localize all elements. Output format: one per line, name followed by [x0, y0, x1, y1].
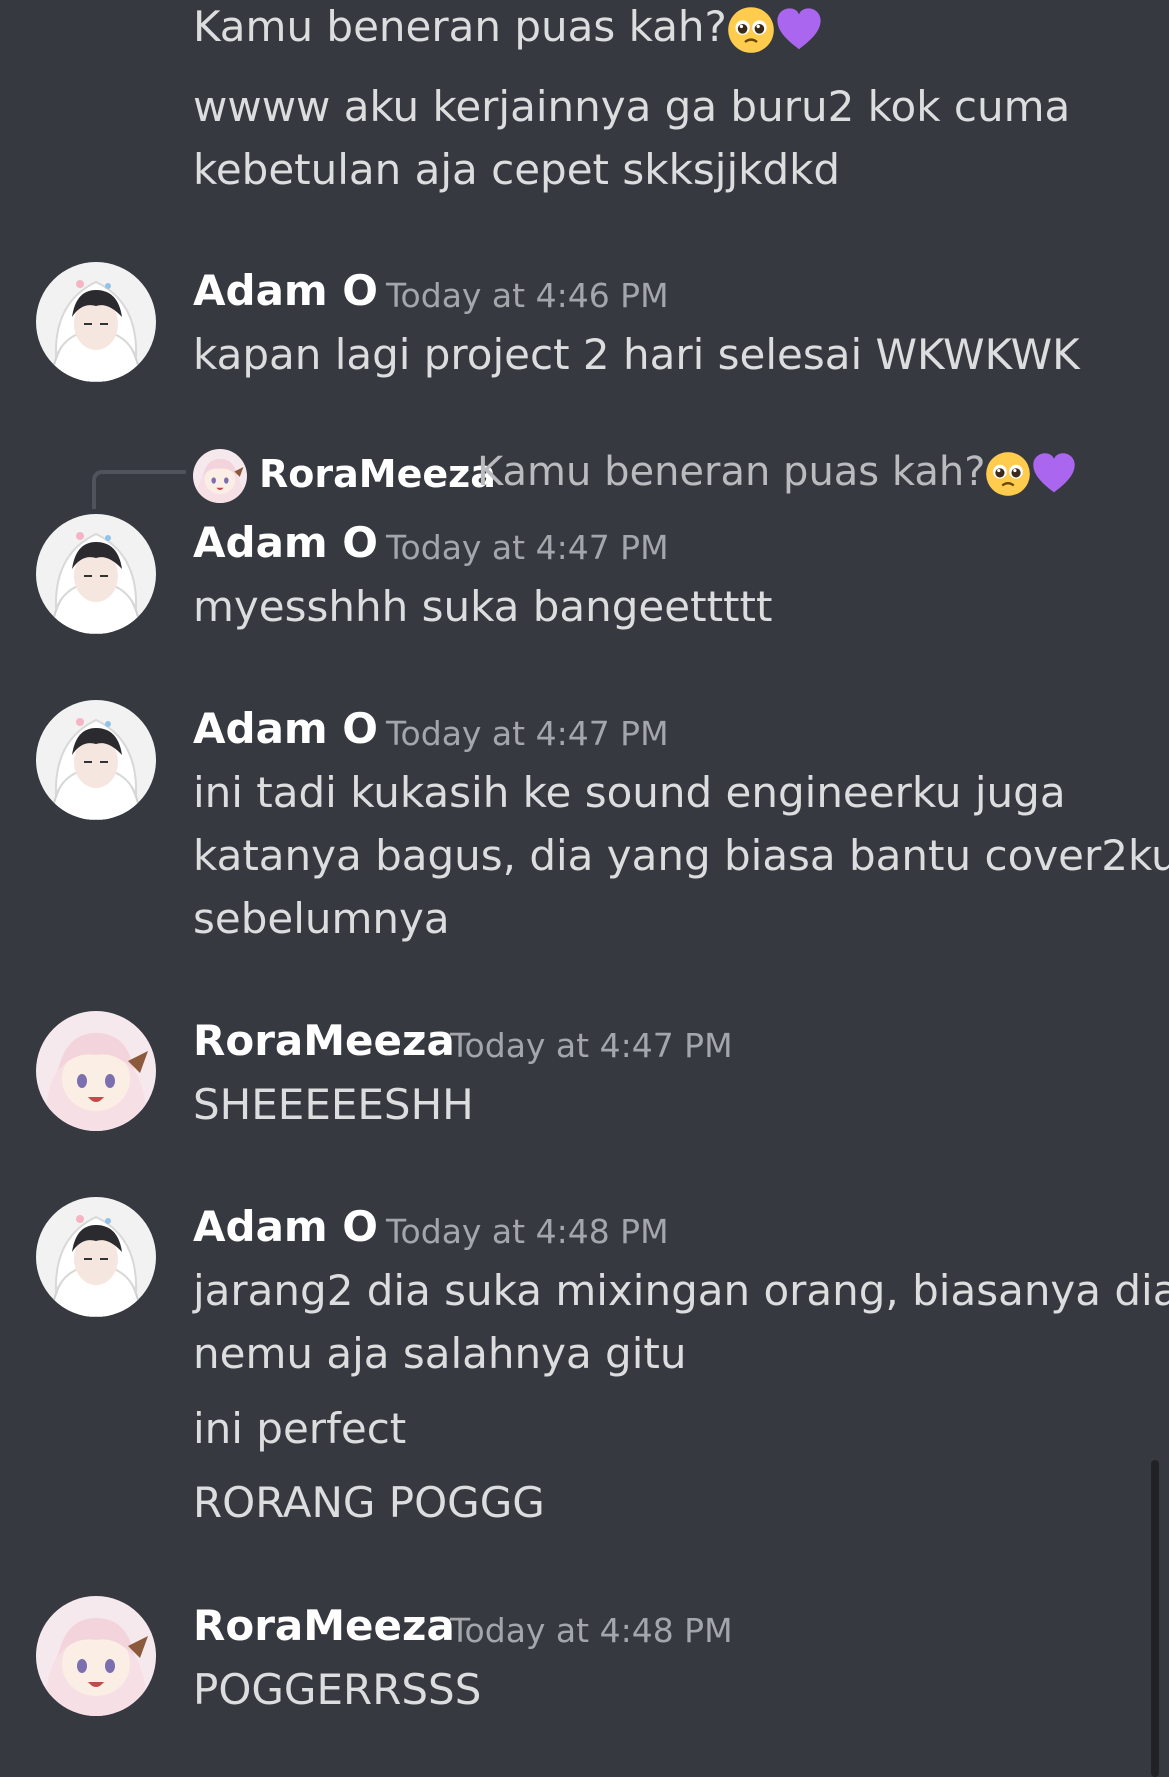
reply-spine: [92, 470, 186, 509]
timestamp: Today at 4:47 PM: [386, 528, 669, 567]
timestamp: Today at 4:47 PM: [386, 714, 669, 753]
message-text: kapan lagi project 2 hari selesai WKWKWK: [193, 330, 1080, 379]
timestamp: Today at 4:47 PM: [450, 1026, 733, 1065]
message-text: wwww aku kerjainnya ga buru2 kok cuma: [193, 82, 1071, 131]
purple-heart-emoji: [1031, 451, 1077, 497]
timestamp: Today at 4:48 PM: [386, 1212, 669, 1251]
message-text: myesshhh suka bangeettttt: [193, 582, 773, 631]
user-avatar[interactable]: [36, 700, 156, 820]
message-text: POGGERRSSS: [193, 1665, 482, 1714]
username[interactable]: Adam O: [193, 704, 378, 753]
message-text: sebelumnya: [193, 894, 450, 943]
message-text: SHEEEEESHH: [193, 1080, 474, 1129]
message-text: RORANG POGGG: [193, 1478, 545, 1527]
username[interactable]: Adam O: [193, 266, 378, 315]
username[interactable]: Adam O: [193, 518, 378, 567]
message-text: katanya bagus, dia yang biasa bantu cove…: [193, 831, 1169, 880]
message-text: ini tadi kukasih ke sound engineerku jug…: [193, 768, 1066, 817]
pleading-face-emoji: [727, 6, 775, 54]
timestamp: Today at 4:48 PM: [450, 1611, 733, 1650]
message-text: kebetulan aja cepet skksjjkdkd: [193, 145, 841, 194]
pleading-face-emoji: [985, 451, 1031, 497]
scrollbar[interactable]: [1151, 1460, 1159, 1777]
message-text: Kamu beneran puas kah?: [193, 0, 823, 58]
reply-avatar[interactable]: [193, 449, 247, 503]
reply-preview-text[interactable]: Kamu beneran puas kah?: [477, 449, 1077, 497]
username[interactable]: RoraMeeza: [193, 1016, 455, 1065]
message-text: jarang2 dia suka mixingan orang, biasany…: [193, 1266, 1169, 1315]
purple-heart-emoji: [775, 6, 823, 54]
user-avatar[interactable]: [36, 262, 156, 382]
username[interactable]: RoraMeeza: [193, 1601, 455, 1650]
chat-message-list: Kamu beneran puas kah? wwww aku kerjainn…: [0, 0, 1169, 1777]
user-avatar[interactable]: [36, 514, 156, 634]
timestamp: Today at 4:46 PM: [386, 276, 669, 315]
message-text: nemu aja salahnya gitu: [193, 1329, 687, 1378]
username[interactable]: Adam O: [193, 1202, 378, 1251]
user-avatar[interactable]: [36, 1197, 156, 1317]
reply-username[interactable]: RoraMeeza: [259, 452, 496, 496]
user-avatar[interactable]: [36, 1596, 156, 1716]
message-text: ini perfect: [193, 1404, 407, 1453]
user-avatar[interactable]: [36, 1011, 156, 1131]
